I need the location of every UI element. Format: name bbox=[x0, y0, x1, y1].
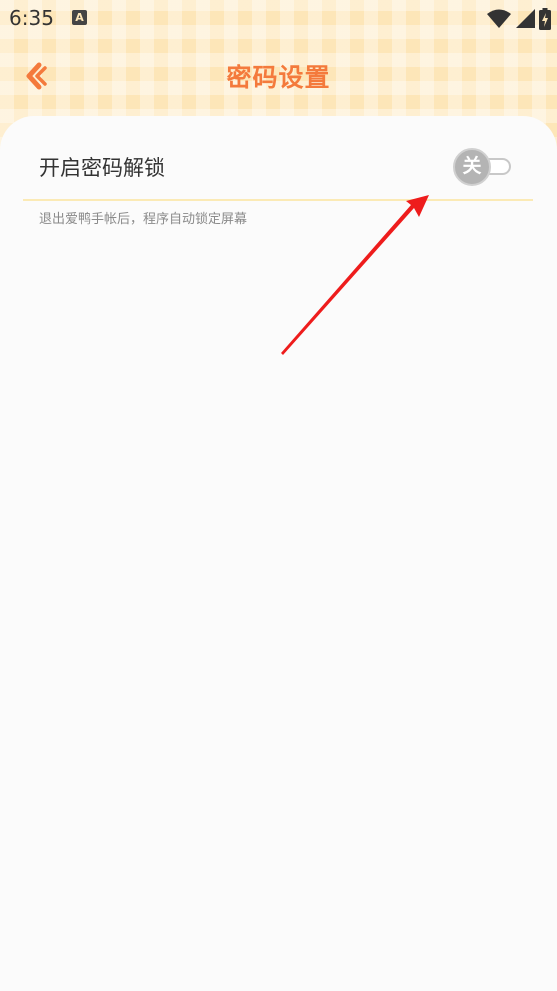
password-lock-toggle[interactable]: 关 bbox=[453, 148, 513, 186]
toggle-knob: 关 bbox=[453, 148, 491, 186]
setting-row-password-lock: 开启密码解锁 关 bbox=[23, 116, 533, 201]
status-bar: 6:35 A bbox=[0, 0, 557, 38]
status-icons bbox=[487, 6, 551, 32]
status-time: 6:35 bbox=[9, 6, 54, 30]
battery-charging-icon bbox=[539, 8, 551, 30]
content-card: 开启密码解锁 关 退出爱鸭手帐后，程序自动锁定屏幕 bbox=[0, 116, 557, 991]
signal-icon bbox=[516, 9, 535, 28]
password-lock-label: 开启密码解锁 bbox=[39, 156, 165, 180]
header: 密码设置 bbox=[0, 38, 557, 116]
notification-a-icon: A bbox=[72, 10, 87, 25]
password-lock-hint: 退出爱鸭手帐后，程序自动锁定屏幕 bbox=[39, 212, 248, 227]
wifi-icon bbox=[487, 9, 511, 28]
page-title: 密码设置 bbox=[226, 63, 331, 92]
